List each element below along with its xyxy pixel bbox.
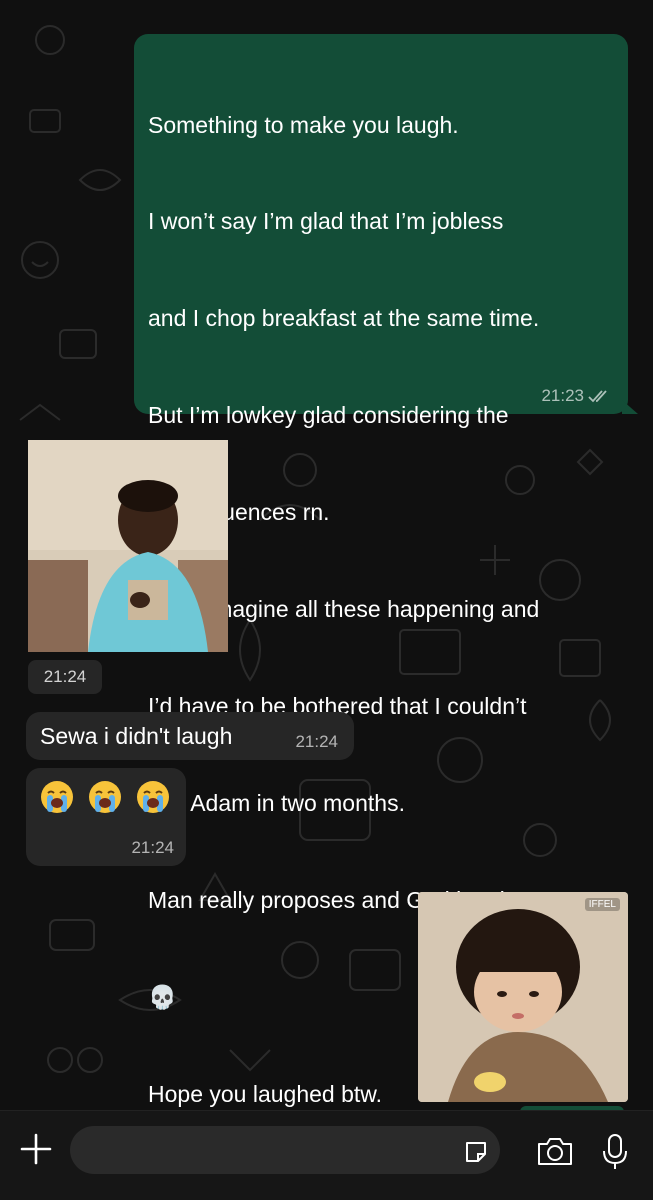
loudly-crying-face-icon (41, 781, 73, 813)
image-watermark: IFFEL (584, 898, 620, 911)
loudly-crying-face-icon (89, 781, 121, 813)
sticker-icon[interactable] (462, 1138, 490, 1166)
emoji-row (40, 780, 172, 814)
message-time: 21:24 (131, 838, 174, 857)
outgoing-image[interactable]: IFFEL (418, 892, 628, 1102)
message-input-bar (0, 1110, 653, 1200)
microphone-icon[interactable] (600, 1132, 630, 1172)
image-time: 21:24 (28, 660, 102, 694)
camera-icon[interactable] (536, 1134, 574, 1168)
message-line: see Adam in two months. (148, 789, 405, 816)
message-meta: 21:23 (541, 386, 612, 406)
incoming-emoji-bubble[interactable]: 21:24 (26, 768, 186, 866)
message-time: 21:24 (295, 732, 338, 751)
loudly-crying-face-icon (137, 781, 169, 813)
incoming-message-bubble[interactable]: Sewa i didn't laugh 21:24 (26, 712, 354, 760)
message-time: 21:23 (541, 386, 584, 405)
outgoing-message-bubble[interactable]: Something to make you laugh. I won’t say… (134, 34, 638, 1107)
message-line: and I chop breakfast at the same time. (148, 305, 540, 332)
message-input[interactable] (70, 1126, 500, 1174)
double-check-icon (588, 390, 607, 403)
photo-sulking-child (418, 892, 628, 1102)
incoming-image[interactable] (28, 440, 228, 652)
plus-icon[interactable] (18, 1131, 54, 1167)
message-line: I won’t say I’m glad that I’m jobless (148, 208, 504, 235)
photo-sad-boy (28, 440, 228, 652)
message-line: Something to make you laugh. (148, 111, 459, 138)
bubble-tail (622, 400, 638, 414)
message-text: Sewa i didn't laugh (40, 723, 233, 749)
